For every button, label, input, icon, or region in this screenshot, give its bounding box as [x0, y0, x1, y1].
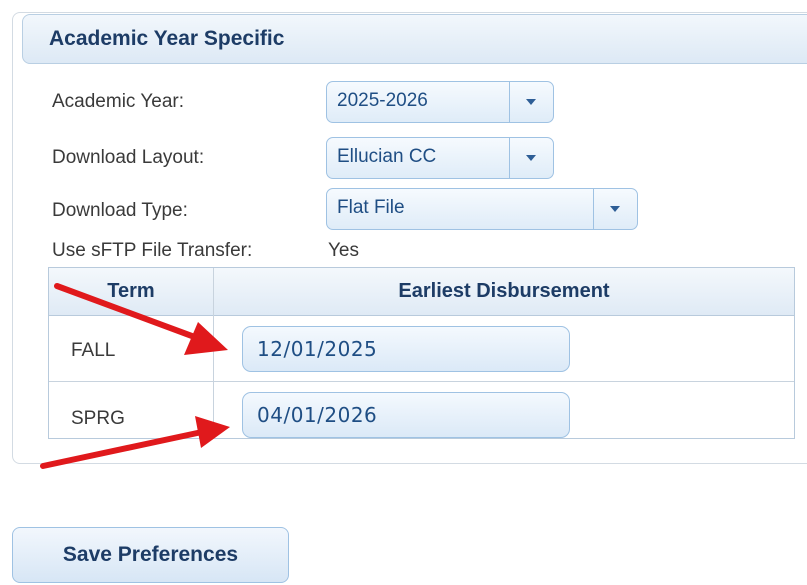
arrow-pointing-fall-date [54, 283, 228, 355]
annotation-arrows [40, 283, 230, 469]
save-preferences-label: Save Preferences [62, 543, 239, 566]
arrow-pointing-sprg-date [40, 416, 230, 469]
save-preferences-button[interactable]: Save Preferences [12, 527, 289, 583]
